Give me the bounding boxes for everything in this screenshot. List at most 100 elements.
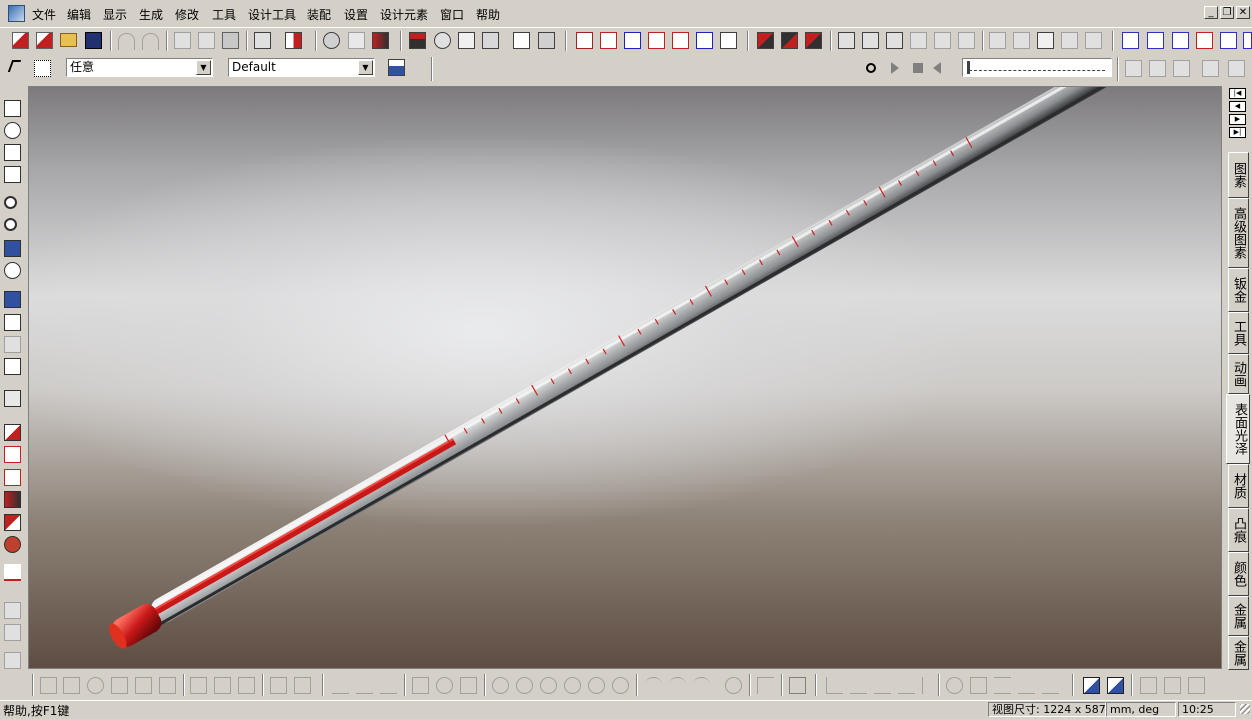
pan-icon[interactable] — [4, 100, 21, 117]
tab-bumps[interactable]: 凸痕 — [1228, 508, 1249, 552]
rewind-icon[interactable] — [933, 62, 941, 74]
animation-timeline-slider[interactable] — [962, 58, 1112, 77]
2d-tool-4-icon[interactable] — [111, 677, 128, 694]
projection-curve-icon[interactable] — [648, 32, 665, 49]
edit-tool-3-icon[interactable] — [1037, 32, 1054, 49]
circle-tangent-icon[interactable] — [564, 677, 581, 694]
2d-tool-10-icon[interactable] — [270, 677, 287, 694]
render-icon[interactable] — [372, 32, 389, 49]
chevron-down-icon[interactable]: ▼ — [196, 60, 211, 75]
surface-op-4-icon[interactable] — [1196, 32, 1213, 49]
arc-tool-1-icon[interactable] — [645, 677, 662, 694]
nav-next-icon[interactable]: ▶ — [1229, 114, 1246, 125]
edit-tool-2-icon[interactable] — [1013, 32, 1030, 49]
disabled-tool-2-icon[interactable] — [4, 624, 21, 641]
menu-view[interactable]: 显示 — [103, 6, 127, 23]
ellipse-tool-icon[interactable] — [436, 677, 453, 694]
2d-tool-7-icon[interactable] — [190, 677, 207, 694]
record-icon[interactable] — [866, 63, 876, 73]
menu-modify[interactable]: 修改 — [175, 6, 199, 23]
context-help-icon[interactable] — [285, 32, 302, 49]
tangent-line-icon[interactable] — [380, 677, 397, 694]
tab-animation[interactable]: 动画 — [1228, 354, 1249, 394]
point-tool-icon[interactable] — [412, 677, 429, 694]
section-plane-icon[interactable] — [4, 469, 21, 486]
zoom-window-icon[interactable] — [4, 218, 17, 231]
edit-tool-4-icon[interactable] — [1061, 32, 1078, 49]
menu-file[interactable]: 文件 — [32, 6, 56, 23]
chevron-down-icon[interactable]: ▼ — [358, 60, 373, 75]
apply-style-icon[interactable] — [1107, 677, 1124, 694]
constraint-2-icon[interactable] — [850, 677, 867, 694]
light-icon[interactable] — [348, 32, 365, 49]
selection-filter-select[interactable]: 任意 ▼ — [66, 58, 213, 77]
camera-position-icon[interactable] — [4, 314, 21, 331]
hand-tool-3-icon[interactable] — [1188, 677, 1205, 694]
tab-tools[interactable]: 工具 — [1228, 312, 1249, 354]
hand-tool-2-icon[interactable] — [1164, 677, 1181, 694]
copy-icon[interactable] — [198, 32, 215, 49]
resize-grip-icon[interactable] — [1240, 704, 1250, 714]
menu-assembly[interactable]: 装配 — [307, 6, 331, 23]
menu-design-tools[interactable]: 设计工具 — [248, 6, 296, 23]
fit-view-icon[interactable] — [4, 240, 21, 257]
tab-primitives[interactable]: 图素 — [1228, 152, 1249, 198]
sphere-tool-icon[interactable] — [4, 536, 21, 553]
isoparametric-curve-icon[interactable] — [672, 32, 689, 49]
minimize-button[interactable]: _ — [1204, 6, 1218, 19]
2d-tool-11-icon[interactable] — [294, 677, 311, 694]
fillet-tool-icon[interactable] — [757, 677, 774, 694]
extrude-icon[interactable] — [409, 32, 426, 49]
select-arrow-icon[interactable] — [7, 60, 22, 72]
configuration-select[interactable]: Default ▼ — [228, 58, 375, 77]
circle-2pt-icon[interactable] — [516, 677, 533, 694]
surface-op-1-icon[interactable] — [1122, 32, 1139, 49]
disabled-tool-3-icon[interactable] — [4, 652, 21, 669]
camera-icon[interactable] — [323, 32, 340, 49]
anim-tool-2-icon[interactable] — [1149, 60, 1166, 77]
2d-tool-2-icon[interactable] — [63, 677, 80, 694]
surface-op-3-icon[interactable] — [1172, 32, 1189, 49]
surface-tool-3-icon[interactable] — [886, 32, 903, 49]
anim-tool-5-icon[interactable] — [1228, 60, 1245, 77]
2d-tool-3-icon[interactable] — [87, 677, 104, 694]
circle-center-icon[interactable] — [492, 677, 509, 694]
constraint-7-icon[interactable] — [970, 677, 987, 694]
loft-icon[interactable] — [482, 32, 499, 49]
edge-tool-icon[interactable] — [4, 514, 21, 531]
intersect-curve-icon[interactable] — [624, 32, 641, 49]
surface-op-5-icon[interactable] — [1220, 32, 1237, 49]
tab-colors[interactable]: 颜色 — [1228, 552, 1249, 596]
surface-tool-2-icon[interactable] — [862, 32, 879, 49]
menu-generate[interactable]: 生成 — [139, 6, 163, 23]
open-folder-icon[interactable] — [60, 33, 77, 47]
line-tool-icon[interactable] — [332, 677, 349, 694]
circle-tangent-3-icon[interactable] — [612, 677, 629, 694]
timeline-thumb[interactable] — [967, 61, 970, 74]
menu-design-elements[interactable]: 设计元素 — [380, 6, 428, 23]
stop-icon[interactable] — [913, 63, 923, 73]
anim-tool-1-icon[interactable] — [1125, 60, 1142, 77]
circle-tangent-2-icon[interactable] — [588, 677, 605, 694]
tab-materials[interactable]: 材质 — [1228, 464, 1249, 508]
surface-tool-4-icon[interactable] — [910, 32, 927, 49]
text-tool-icon[interactable] — [513, 32, 530, 49]
target-icon[interactable] — [4, 262, 21, 279]
assembly-tree-icon[interactable] — [388, 59, 405, 76]
menu-settings[interactable]: 设置 — [344, 6, 368, 23]
2d-tool-1-icon[interactable] — [40, 677, 57, 694]
constraint-10-icon[interactable] — [1042, 677, 1059, 694]
constraint-8-icon[interactable] — [994, 677, 1011, 694]
surface-revolve-icon[interactable] — [781, 32, 798, 49]
new-design-icon[interactable] — [12, 32, 29, 49]
play-icon[interactable] — [891, 62, 899, 74]
camera-view-icon[interactable] — [4, 291, 21, 308]
constraint-4-icon[interactable] — [898, 677, 915, 694]
anim-tool-3-icon[interactable] — [1173, 60, 1190, 77]
surface-tool-5-icon[interactable] — [934, 32, 951, 49]
nav-prev-icon[interactable]: ◀ — [1229, 101, 1246, 112]
views-icon[interactable] — [4, 358, 21, 375]
menu-window[interactable]: 窗口 — [440, 6, 464, 23]
tab-metals-2[interactable]: 金属 — [1228, 636, 1249, 670]
undo-icon[interactable] — [118, 33, 135, 50]
